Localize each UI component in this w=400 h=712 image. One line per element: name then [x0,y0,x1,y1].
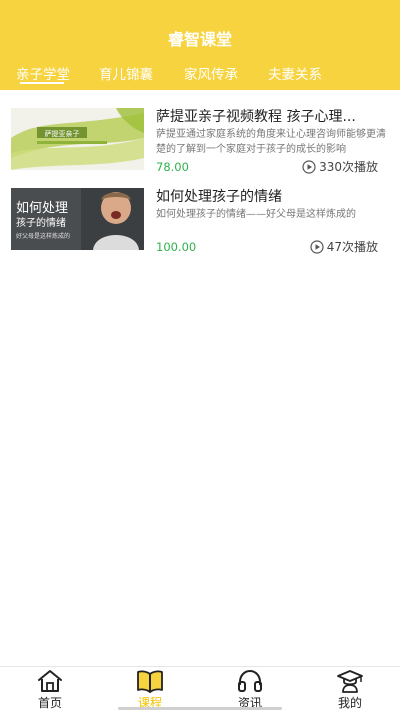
course-description: 如何处理孩子的情绪——好父母是这样炼成的 [156,209,356,220]
bottom-navigation: 首页 课程 资讯 我的 [0,666,400,712]
nav-label-home: 首页 [37,696,62,710]
app-header: 睿智课堂 亲子学堂 育儿锦囊 家风传承 夫妻关系 [0,0,400,90]
thumbnail-caption: 萨提亚亲子 [45,129,80,138]
thumbnail-caption: 好父母是这样炼成的 [16,232,70,240]
play-count: 330次播放 [302,158,378,175]
nav-item-profile[interactable]: 我的 [300,667,400,712]
course-title: 如何处理孩子的情绪 [156,189,282,205]
book-icon [136,669,164,693]
home-icon [36,669,64,693]
course-item[interactable]: 萨提亚亲子 萨提亚亲子视频教程 孩子心理... 萨提亚通过家庭系统的角度来让心理… [0,100,400,174]
play-circle-icon [310,239,324,254]
course-price: 78.00 [156,160,189,174]
thumbnail-caption: 孩子的情绪 [16,216,66,229]
tab-couple-relationship[interactable]: 夫妻关系 [268,63,322,83]
play-circle-icon [302,159,316,174]
course-thumbnail: 如何处理 孩子的情绪 好父母是这样炼成的 [11,188,144,250]
nav-item-news[interactable]: 资讯 [200,667,300,712]
course-item[interactable]: 如何处理 孩子的情绪 好父母是这样炼成的 如何处理孩子的情绪 如何处理孩子的情绪… [0,180,400,254]
headphones-icon [236,669,264,693]
course-price: 100.00 [156,240,197,254]
thumbnail-caption: 如何处理 [16,200,68,216]
tab-parent-child-school[interactable]: 亲子学堂 [16,63,70,83]
active-tab-indicator [20,82,64,84]
play-count: 47次播放 [310,238,378,255]
page-title: 睿智课堂 [167,30,232,49]
play-count-text: 47次播放 [326,240,378,254]
nav-label-profile: 我的 [337,696,362,710]
tab-parenting-tips[interactable]: 育儿锦囊 [99,63,153,83]
course-title: 萨提亚亲子视频教程 孩子心理... [156,109,356,125]
tab-family-heritage[interactable]: 家风传承 [184,63,238,83]
nav-item-home[interactable]: 首页 [0,667,100,712]
category-tabs: 亲子学堂 育儿锦囊 家风传承 夫妻关系 [0,60,400,90]
course-description: 萨提亚通过家庭系统的角度来让心理咨询师能够更清楚的了解到一个家庭对于孩子的成长的… [156,129,386,155]
play-count-text: 330次播放 [319,160,378,174]
graduate-icon [336,669,364,693]
course-thumbnail: 萨提亚亲子 [11,108,144,170]
nav-item-courses[interactable]: 课程 [100,667,200,712]
home-indicator[interactable] [118,707,282,710]
